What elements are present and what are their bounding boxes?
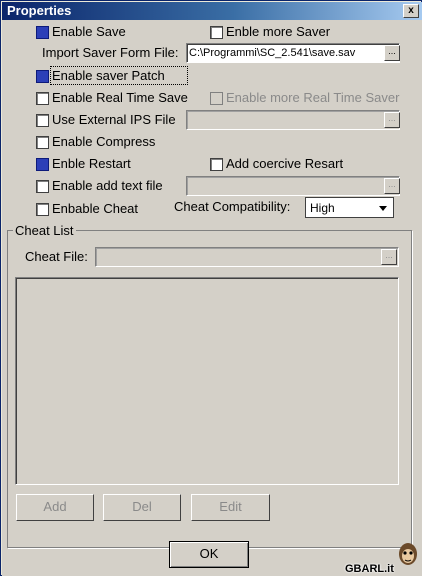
edit-cheat-label: Edit <box>219 499 242 514</box>
enable-saver-patch-checkbox[interactable] <box>36 70 49 83</box>
enable-restart-checkbox[interactable] <box>36 158 49 171</box>
enable-cheat-checkbox[interactable] <box>36 203 49 216</box>
import-saver-label: Import Saver Form File: <box>42 45 179 60</box>
cheat-file-label: Cheat File: <box>25 249 88 264</box>
monkey-mascot-icon <box>399 543 417 565</box>
import-saver-browse-button[interactable]: ... <box>384 45 400 61</box>
add-cheat-button[interactable]: Add <box>16 494 94 521</box>
enable-more-saver-checkbox[interactable] <box>210 26 223 39</box>
ellipsis-icon: ... <box>388 46 396 56</box>
cheat-file-field[interactable] <box>95 247 399 267</box>
enable-add-text-file-label: Enable add text file <box>52 178 163 193</box>
use-external-ips-checkbox[interactable] <box>36 114 49 127</box>
ips-file-field[interactable] <box>186 110 400 130</box>
enable-more-real-time-saver-label: Enable more Real Time Saver <box>226 90 400 105</box>
close-button[interactable]: x <box>403 4 419 18</box>
enable-more-real-time-saver-checkbox[interactable] <box>210 92 223 105</box>
add-coercive-restart-checkbox[interactable] <box>210 158 223 171</box>
ips-file-browse-button[interactable]: ... <box>384 112 400 128</box>
properties-window: Properties x Enable Save Enble more Save… <box>0 0 422 576</box>
chevron-down-icon <box>379 206 387 211</box>
text-file-field[interactable] <box>186 176 400 196</box>
enable-save-checkbox[interactable] <box>36 26 49 39</box>
title-bar[interactable]: Properties x <box>2 2 422 20</box>
ok-button[interactable]: OK <box>169 541 249 568</box>
enable-compress-label: Enable Compress <box>52 134 156 149</box>
watermark-logo: GBARL.it <box>341 541 421 575</box>
cheat-compat-value: High <box>310 201 335 215</box>
enable-save-label: Enable Save <box>52 24 126 39</box>
watermark-text: GBARL.it <box>345 563 394 575</box>
ok-label: OK <box>199 546 219 561</box>
import-saver-field[interactable]: C:\Programmi\SC_2.541\save.sav <box>186 43 400 63</box>
enable-add-text-file-checkbox[interactable] <box>36 180 49 193</box>
enable-more-saver-label: Enble more Saver <box>226 24 331 39</box>
add-coercive-restart-label: Add coercive Resart <box>226 156 344 171</box>
delete-cheat-label: Del <box>132 499 152 514</box>
enable-restart-label: Enble Restart <box>52 156 131 171</box>
text-file-browse-button[interactable]: ... <box>384 178 400 194</box>
dialog-body: Enable Save Enble more Saver Import Save… <box>2 20 422 576</box>
use-external-ips-label: Use External IPS File <box>52 112 176 127</box>
ellipsis-icon: ... <box>388 113 396 123</box>
enable-real-time-save-checkbox[interactable] <box>36 92 49 105</box>
cheat-file-browse-button[interactable]: ... <box>381 249 397 265</box>
enable-saver-patch-label: Enable saver Patch <box>50 66 188 85</box>
ellipsis-icon: ... <box>385 250 393 260</box>
add-cheat-label: Add <box>43 499 67 514</box>
cheat-list-box[interactable] <box>15 277 399 485</box>
enable-real-time-save-label: Enable Real Time Save <box>52 90 188 105</box>
delete-cheat-button[interactable]: Del <box>103 494 181 521</box>
import-saver-value: C:\Programmi\SC_2.541\save.sav <box>189 47 356 59</box>
ellipsis-icon: ... <box>388 179 396 189</box>
cheat-compat-select[interactable]: High <box>305 197 394 218</box>
cheat-compat-label: Cheat Compatibility: <box>174 199 291 214</box>
close-icon: x <box>408 5 414 16</box>
enable-cheat-label: Enbable Cheat <box>52 201 139 216</box>
window-title: Properties <box>7 3 72 18</box>
enable-compress-checkbox[interactable] <box>36 136 49 149</box>
edit-cheat-button[interactable]: Edit <box>191 494 270 521</box>
cheat-list-group-label: Cheat List <box>13 223 76 238</box>
